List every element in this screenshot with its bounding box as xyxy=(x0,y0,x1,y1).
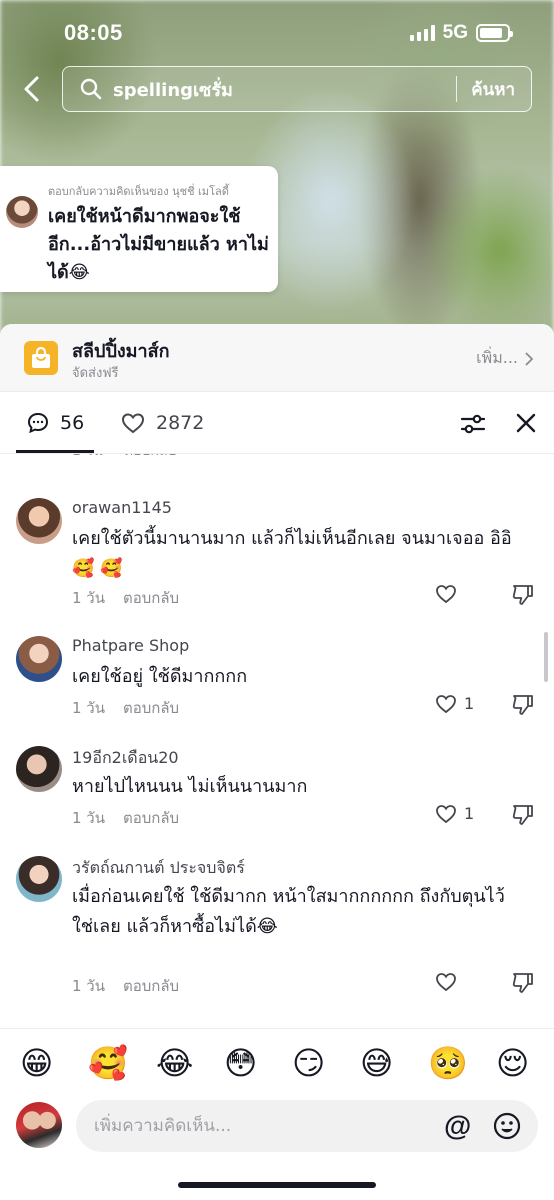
tab-bar: 56 2872 xyxy=(0,392,554,454)
status-bar: 08:05 5G xyxy=(0,0,554,62)
battery-level xyxy=(480,28,503,38)
avatar xyxy=(16,636,62,682)
comment-item[interactable]: วรัตถ์ณกานต์ ประจบจิตร์ เมื่อก่อนเคยใช้ … xyxy=(0,856,554,1006)
emoji-button[interactable]: 😁 xyxy=(20,1045,53,1081)
comment-time: 1 วัน xyxy=(72,809,105,827)
emoji-button[interactable]: 😳 xyxy=(224,1045,257,1081)
mention-button[interactable]: @ xyxy=(444,1110,471,1142)
reply-link[interactable]: ตอบกลับ xyxy=(123,806,179,830)
comment-time: 1 วัน xyxy=(72,699,105,717)
like-button[interactable] xyxy=(434,970,464,992)
search-input[interactable]: spellingเซรั่ม xyxy=(113,75,456,104)
network-type: 5G xyxy=(442,22,468,43)
likes-count: 2872 xyxy=(156,412,205,434)
heart-icon xyxy=(436,695,456,714)
like-button[interactable]: 1 xyxy=(434,692,474,714)
comment-item[interactable]: Phatpare Shop เคยใช้อยู่ ใช้ดีมากกกก 1 ว… xyxy=(0,636,554,726)
reply-link[interactable]: ตอบกลับ xyxy=(123,696,179,720)
shopping-bag-icon xyxy=(24,341,58,375)
dislike-icon[interactable] xyxy=(510,692,536,718)
reply-link[interactable]: ตอบกลับ xyxy=(123,974,179,998)
chevron-right-icon xyxy=(525,351,534,366)
comments-count: 56 xyxy=(60,412,85,434)
emoji-button[interactable]: 😅 xyxy=(360,1045,393,1081)
active-tab-indicator xyxy=(16,450,94,453)
tab-likes[interactable]: 2872 xyxy=(120,392,204,454)
comment-composer: @ xyxy=(0,1100,554,1170)
comment-list[interactable]: 1 วัน ตอบกลับ orawan1145 เคยใช้ตัวนี้มาน… xyxy=(0,454,554,1028)
heart-icon xyxy=(436,585,456,604)
avatar xyxy=(16,856,62,902)
sliders-icon[interactable] xyxy=(458,409,488,439)
comment-text: เมื่อก่อนเคยใช้ ใช้ดีมากก หน้าใสมากกกกกก… xyxy=(72,886,505,937)
signal-icon xyxy=(409,25,435,41)
search-bar[interactable]: spellingเซรั่ม ค้นหา xyxy=(62,66,532,112)
comment-item[interactable]: 19อีก2เดือน20 หายไปไหนนน ไม่เห็นนานมาก 1… xyxy=(0,746,554,836)
emoji-button[interactable]: 😂 xyxy=(156,1045,193,1081)
chevron-left-icon[interactable] xyxy=(18,74,48,104)
like-button[interactable]: 1 xyxy=(434,802,474,824)
emoji-button[interactable]: 😏 xyxy=(292,1045,325,1081)
avatar xyxy=(16,1102,62,1148)
search-icon xyxy=(80,78,102,100)
comment-time: 1 วัน xyxy=(72,454,103,462)
comment-icon xyxy=(27,412,49,434)
comment-username[interactable]: วรัตถ์ณกานต์ ประจบจิตร์ xyxy=(72,856,245,881)
dislike-icon[interactable] xyxy=(510,582,536,608)
comment-time: 1 วัน xyxy=(72,977,105,995)
dislike-icon[interactable] xyxy=(510,970,536,996)
search-button[interactable]: ค้นหา xyxy=(457,76,531,103)
shop-banner[interactable]: สลีปปิ้งมาส์ก จัดส่งฟรี เพิ่ม... xyxy=(0,324,554,392)
heart-icon xyxy=(436,973,456,992)
scrollbar[interactable] xyxy=(544,632,548,682)
comment-text: เคยใช้อยู่ ใช้ดีมากกกก xyxy=(72,666,248,687)
emoji-bar: 😁 🥰 😂 😳 😏 😅 🥺 😌 xyxy=(0,1028,554,1100)
battery-icon xyxy=(476,24,513,42)
comment-meta: 1 วัน ตอบกลับ xyxy=(72,974,179,998)
reply-sticker[interactable]: ตอบกลับความคิดเห็นของ นุชชี่ เมโลดี้ เคย… xyxy=(0,166,278,292)
emoji-button[interactable]: 😌 xyxy=(496,1045,529,1081)
reply-link[interactable]: ตอบกลับ xyxy=(123,586,179,610)
like-count: 1 xyxy=(464,693,475,713)
comment-username[interactable]: Phatpare Shop xyxy=(72,636,189,655)
shop-subtitle: จัดส่งฟรี xyxy=(72,366,119,381)
avatar xyxy=(16,498,62,544)
emoji-button[interactable]: 🥺 xyxy=(428,1045,468,1081)
shop-name: สลีปปิ้งมาส์ก xyxy=(72,341,170,362)
comment-item[interactable]: orawan1145 เคยใช้ตัวนี้มานานมาก แล้วก็ไม… xyxy=(0,498,554,618)
avatar xyxy=(16,746,62,792)
emoji-button[interactable]: 🥰 xyxy=(88,1045,128,1081)
close-icon[interactable] xyxy=(512,409,540,437)
comment-input-wrapper[interactable]: @ xyxy=(76,1100,538,1152)
status-time: 08:05 xyxy=(64,20,123,45)
reply-body: เคยใช้หน้าดีมากพอจะใช้อีก...อ้าวไม่มีขาย… xyxy=(48,206,269,283)
avatar xyxy=(6,196,38,228)
comment-time: 1 วัน xyxy=(72,589,105,607)
comment-meta: 1 วัน ตอบกลับ xyxy=(72,696,179,720)
comment-username[interactable]: 19อีก2เดือน20 xyxy=(72,746,179,771)
emoji-icon[interactable] xyxy=(492,1111,522,1141)
status-indicators: 5G xyxy=(409,22,513,44)
dislike-icon[interactable] xyxy=(510,802,536,828)
comment-meta: 1 วัน ตอบกลับ xyxy=(72,806,179,830)
reply-header: ตอบกลับความคิดเห็นของ นุชชี่ เมโลดี้ xyxy=(48,185,229,198)
comment-input[interactable] xyxy=(94,1100,414,1152)
heart-icon xyxy=(121,413,145,434)
home-indicator xyxy=(178,1182,376,1188)
comment-username[interactable]: orawan1145 xyxy=(72,498,172,517)
comment-text: เคยใช้ตัวนี้มานานมาก แล้วก็ไม่เห็นอีกเลย… xyxy=(72,528,512,579)
comments-sheet: สลีปปิ้งมาส์ก จัดส่งฟรี เพิ่ม... 56 2872 xyxy=(0,324,554,1200)
like-button[interactable] xyxy=(434,582,464,604)
reply-link[interactable]: ตอบกลับ xyxy=(124,454,176,462)
shop-more-label: เพิ่ม... xyxy=(476,348,518,367)
heart-icon xyxy=(436,805,456,824)
comment-text: หายไปไหนนน ไม่เห็นนานมาก xyxy=(72,776,308,797)
comment-meta: 1 วัน ตอบกลับ xyxy=(72,586,179,610)
tab-comments[interactable]: 56 xyxy=(26,392,84,454)
shop-more-button[interactable]: เพิ่ม... xyxy=(476,346,534,371)
partial-comment: 1 วัน ตอบกลับ xyxy=(0,454,554,466)
like-count: 1 xyxy=(464,803,475,823)
